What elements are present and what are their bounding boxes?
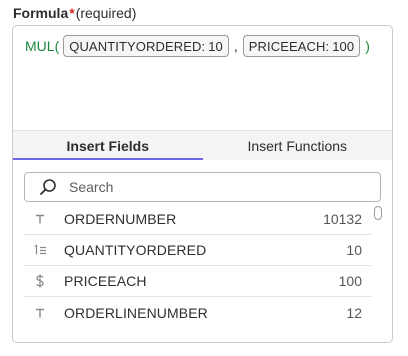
- function-name: MUL: [25, 38, 55, 54]
- field-value: 10132: [323, 211, 362, 227]
- field-pill-quantityordered[interactable]: QUANTITYORDERED: 10: [63, 35, 229, 57]
- tab-insert-fields[interactable]: Insert Fields: [13, 131, 203, 161]
- search-input[interactable]: [67, 178, 380, 196]
- insert-tabs: Insert Fields Insert Functions: [13, 130, 392, 161]
- field-label: Formula: [13, 5, 69, 21]
- required-text: (required): [75, 5, 137, 21]
- arg-separator: ,: [233, 38, 238, 54]
- field-value: 10: [346, 242, 362, 258]
- field-pill-priceeach[interactable]: PRICEEACH: 100: [242, 35, 361, 57]
- search-box: [24, 172, 381, 202]
- fields-scrollbar[interactable]: [374, 204, 382, 342]
- formula-expression: MUL( QUANTITYORDERED: 10 , PRICEEACH: 100 …: [25, 35, 370, 57]
- pill-field-name: PRICEEACH:: [248, 38, 330, 54]
- fields-list: ORDERNUMBER 10132 QUANTITYORDERED 10 PRI…: [24, 204, 372, 328]
- formula-editor-frame: MUL( QUANTITYORDERED: 10 , PRICEEACH: 100 …: [12, 25, 393, 343]
- required-star: *: [69, 5, 75, 21]
- field-value: 12: [346, 304, 362, 321]
- list-item[interactable]: QUANTITYORDERED 10: [24, 235, 372, 266]
- list-item[interactable]: ORDERLINENUMBER 12: [24, 297, 372, 328]
- formula-editor[interactable]: MUL( QUANTITYORDERED: 10 , PRICEEACH: 100 …: [13, 26, 392, 130]
- list-item[interactable]: ORDERNUMBER 10132: [24, 204, 372, 235]
- list-item[interactable]: PRICEEACH 100: [24, 266, 372, 297]
- text-type-icon: [30, 307, 50, 319]
- close-paren: ): [365, 38, 370, 54]
- open-paren: (: [54, 38, 60, 54]
- field-name: ORDERNUMBER: [64, 211, 177, 227]
- currency-type-icon: [30, 274, 50, 288]
- formula-label-row: Formula*(required): [13, 5, 136, 21]
- number-type-icon: [30, 244, 50, 256]
- pill-field-name: QUANTITYORDERED:: [69, 38, 206, 54]
- scrollbar-thumb[interactable]: [374, 206, 382, 220]
- pill-field-value: 10: [208, 38, 223, 54]
- text-type-icon: [30, 213, 50, 225]
- field-name: PRICEEACH: [64, 273, 147, 289]
- field-name: ORDERLINENUMBER: [64, 304, 208, 321]
- pill-field-value: 100: [332, 38, 355, 54]
- tab-insert-functions[interactable]: Insert Functions: [203, 131, 393, 161]
- field-name: QUANTITYORDERED: [64, 242, 207, 258]
- fields-panel: ORDERNUMBER 10132 QUANTITYORDERED 10: [13, 160, 392, 342]
- search-icon: [40, 179, 56, 195]
- field-value: 100: [338, 273, 362, 289]
